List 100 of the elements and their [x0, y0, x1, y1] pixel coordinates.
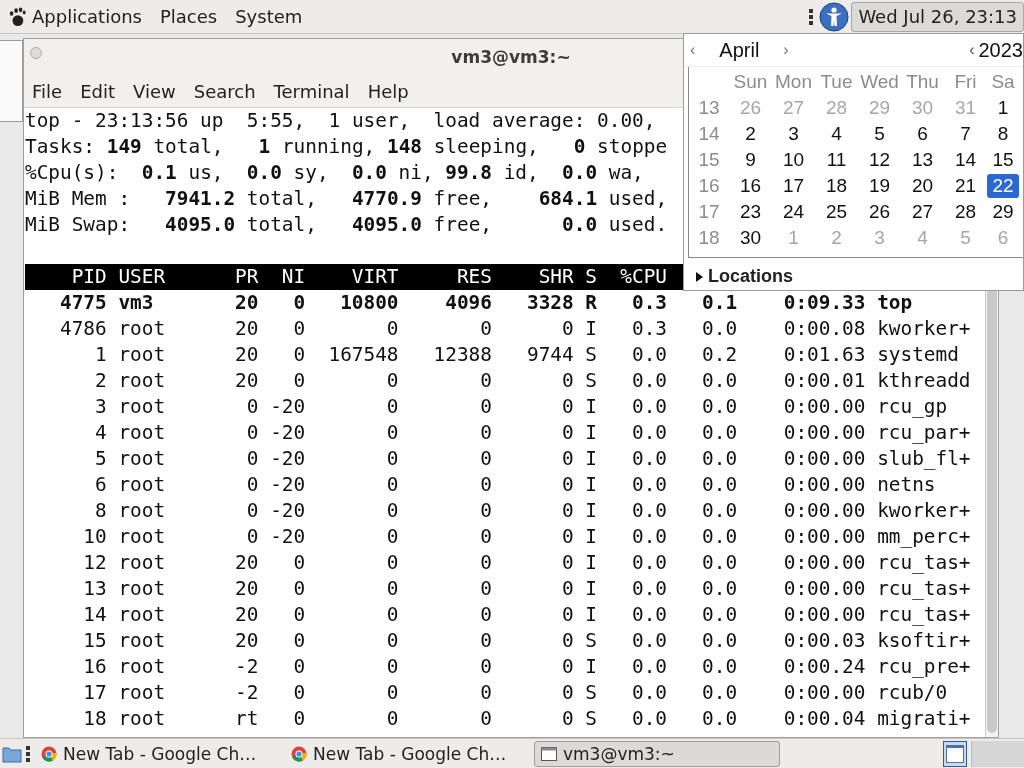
workspace-switcher[interactable] [971, 740, 1024, 767]
table-cell-text: rcu_tas+ [877, 550, 972, 576]
table-cell-text: -2 [234, 654, 259, 680]
previous-month-button[interactable]: ‹ [690, 41, 696, 59]
calendar-day[interactable]: 1 [987, 96, 1019, 120]
menu-item[interactable]: View [133, 80, 176, 102]
table-cell-text: 0 [479, 602, 492, 628]
calendar-day[interactable]: 15 [987, 148, 1019, 172]
panel-menu[interactable]: System [235, 6, 303, 27]
menu-item[interactable]: Edit [80, 80, 115, 102]
table-cell-text: root [118, 446, 167, 472]
expander-icon[interactable] [694, 270, 704, 283]
clock-button[interactable]: Wed Jul 26, 23:13 [851, 1, 1024, 32]
table-cell-text: rcub/0 [877, 680, 949, 706]
table-cell-text: 0:00.08 [782, 316, 866, 342]
table-cell-text: 0.0 [631, 394, 668, 420]
table-cell-text: 0.0 [701, 706, 738, 732]
table-cell-text: -20 [269, 472, 306, 498]
calendar-day[interactable]: 14 [944, 148, 987, 172]
calendar-day[interactable]: 17 [772, 174, 815, 198]
calendar-day[interactable]: 6 [901, 122, 944, 146]
table-cell-text: root [118, 602, 167, 628]
calendar-day[interactable]: 22 [987, 174, 1019, 198]
status-line: MiB Mem : 7941.2 total, 4770.9 free, 684.1 used, [25, 187, 668, 210]
week-number: 18 [697, 227, 721, 249]
calendar-day[interactable]: 28 [944, 200, 987, 224]
table-cell-text: 0:00.00 [782, 446, 866, 472]
table-cell-text: 20 [234, 368, 259, 394]
calendar-day[interactable]: 16 [729, 174, 772, 198]
table-cell-text: 0 [385, 602, 399, 628]
calendar-day[interactable]: 13 [901, 148, 944, 172]
table-cell-text: 0 [560, 550, 574, 576]
calendar-day[interactable]: 24 [772, 200, 815, 224]
panel-menu[interactable]: Places [159, 6, 218, 27]
calendar-day[interactable]: 3 [772, 122, 815, 146]
calendar-day[interactable]: 5 [858, 122, 901, 146]
locations-label[interactable]: Locations [708, 266, 793, 287]
calendar-day[interactable]: 10 [772, 148, 815, 172]
table-cell-text: 0 [479, 446, 492, 472]
calendar-day[interactable]: 2 [729, 122, 772, 146]
calendar-day[interactable]: 8 [987, 122, 1019, 146]
accessibility-icon[interactable] [819, 1, 850, 32]
table-cell-text: 6 [94, 472, 107, 498]
calendar-day[interactable]: 27 [901, 200, 944, 224]
panel-menu[interactable]: Applications [32, 6, 142, 27]
table-cell-text: 0 [292, 368, 306, 394]
table-cell-text: 0 [245, 524, 259, 550]
next-month-button[interactable]: › [783, 41, 789, 59]
handle-icon[interactable] [809, 7, 814, 26]
calendar-day[interactable]: 23 [729, 200, 772, 224]
taskbar-item[interactable]: vm3@vm3:~ [534, 740, 780, 767]
calendar-day[interactable]: 19 [858, 174, 901, 198]
calendar-day[interactable]: 21 [944, 174, 987, 198]
menu-item[interactable]: Help [367, 80, 409, 102]
table-cell-text: 0.0 [701, 394, 738, 420]
table-cell-text: 167548 [327, 342, 399, 368]
calendar-day[interactable]: 11 [815, 148, 858, 172]
menu-item[interactable]: Terminal [273, 80, 350, 102]
menu-item[interactable]: File [32, 80, 63, 102]
table-cell-text: 10800 [339, 290, 399, 316]
calendar-day[interactable]: 25 [815, 200, 858, 224]
column-header: NI [280, 264, 306, 290]
calendar-day[interactable]: 20 [901, 174, 944, 198]
calendar-day[interactable]: 18 [815, 174, 858, 198]
table-cell-text: rcu_gp [877, 394, 949, 420]
table-cell-text: 0 [385, 498, 399, 524]
status-line: %Cpu(s): 0.1 us, 0.0 sy, 0.0 ni, 99.8 id, 0.0 wa, [25, 161, 644, 184]
table-cell-text: 2 [94, 368, 107, 394]
workspace-switcher[interactable] [943, 740, 967, 767]
table-cell-text: 0.0 [701, 446, 738, 472]
table-cell-text: 0.0 [631, 420, 668, 446]
taskbar-item[interactable]: New Tab - Google Ch… [34, 740, 280, 767]
column-header: SHR [537, 264, 574, 290]
handle-icon[interactable] [26, 744, 30, 763]
table-cell-text: 0.0 [701, 368, 738, 394]
calendar-day[interactable]: 7 [944, 122, 987, 146]
table-cell: I [585, 472, 597, 498]
calendar-day[interactable]: 26 [858, 200, 901, 224]
table-cell-text: 0 [479, 498, 492, 524]
table-cell-text: 16 [82, 654, 107, 680]
table-cell-text: 0.0 [701, 498, 738, 524]
calendar-day[interactable]: 12 [858, 148, 901, 172]
calendar-day[interactable]: 30 [729, 226, 772, 250]
table-cell-text: 8 [94, 498, 107, 524]
table-cell-text: 0:00.00 [782, 576, 866, 602]
menu-item[interactable]: Search [193, 80, 256, 102]
calendar-day[interactable]: 4 [815, 122, 858, 146]
calendar-day[interactable]: 29 [987, 200, 1019, 224]
table-cell: R [585, 290, 597, 316]
calendar-day[interactable]: 9 [729, 148, 772, 172]
table-cell-text: kworker+ [877, 498, 972, 524]
table-cell-text: migrati+ [877, 706, 972, 732]
table-cell-text: root [118, 394, 167, 420]
previous-year-button[interactable]: ‹ [969, 41, 975, 59]
table-cell-text: rcu_tas+ [877, 602, 972, 628]
table-cell-text: 0.2 [701, 342, 738, 368]
taskbar-item[interactable]: New Tab - Google Ch… [284, 740, 530, 767]
table-cell-text: rcu_pre+ [877, 654, 972, 680]
scrollbar-thumb[interactable] [987, 288, 997, 733]
week-number: 15 [697, 149, 721, 171]
